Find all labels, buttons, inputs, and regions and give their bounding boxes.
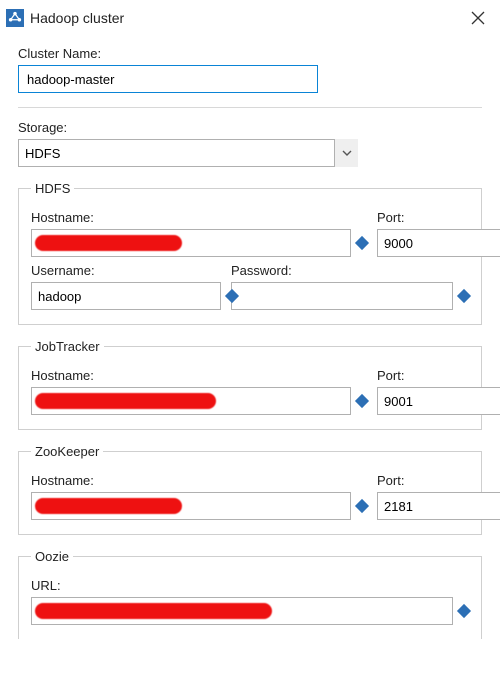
hdfs-legend: HDFS [31, 181, 74, 196]
cluster-name-input[interactable] [18, 65, 318, 93]
storage-select[interactable] [18, 139, 358, 167]
oozie-url-input[interactable] [31, 597, 453, 625]
variable-diamond-icon[interactable] [355, 236, 369, 250]
zookeeper-port-input[interactable] [377, 492, 500, 520]
variable-diamond-icon[interactable] [355, 394, 369, 408]
close-icon[interactable] [466, 6, 490, 30]
variable-diamond-icon[interactable] [457, 289, 471, 303]
oozie-url-label: URL: [31, 578, 469, 593]
divider [18, 107, 482, 108]
hdfs-port-input[interactable] [377, 229, 500, 257]
cluster-name-field: Cluster Name: [18, 46, 482, 93]
zookeeper-legend: ZooKeeper [31, 444, 103, 459]
jobtracker-hostname-label: Hostname: [31, 368, 367, 383]
hdfs-hostname-label: Hostname: [31, 210, 367, 225]
hdfs-username-input[interactable] [31, 282, 221, 310]
window-title: Hadoop cluster [30, 10, 466, 26]
oozie-group: Oozie URL: [18, 549, 482, 639]
jobtracker-group: JobTracker Hostname: Port: [18, 339, 482, 430]
jobtracker-port-input[interactable] [377, 387, 500, 415]
zookeeper-group: ZooKeeper Hostname: Port: [18, 444, 482, 535]
cluster-name-label: Cluster Name: [18, 46, 482, 61]
hdfs-username-label: Username: [31, 263, 221, 278]
hdfs-password-label: Password: [231, 263, 469, 278]
zookeeper-hostname-label: Hostname: [31, 473, 367, 488]
chevron-down-icon[interactable] [334, 139, 358, 167]
jobtracker-hostname-input[interactable] [31, 387, 351, 415]
variable-diamond-icon[interactable] [355, 499, 369, 513]
storage-field: Storage: [18, 120, 482, 167]
jobtracker-port-label: Port: [377, 368, 469, 383]
hdfs-group: HDFS Hostname: Port: Username: [18, 181, 482, 325]
hdfs-hostname-input[interactable] [31, 229, 351, 257]
variable-diamond-icon[interactable] [457, 604, 471, 618]
dialog-content: Cluster Name: Storage: HDFS Hostname: [0, 34, 500, 639]
zookeeper-hostname-input[interactable] [31, 492, 351, 520]
storage-label: Storage: [18, 120, 482, 135]
zookeeper-port-label: Port: [377, 473, 469, 488]
oozie-legend: Oozie [31, 549, 73, 564]
hadoop-icon [6, 9, 24, 27]
hdfs-password-input[interactable] [231, 282, 453, 310]
titlebar: Hadoop cluster [0, 0, 500, 34]
hdfs-port-label: Port: [377, 210, 469, 225]
storage-select-value[interactable] [18, 139, 358, 167]
jobtracker-legend: JobTracker [31, 339, 104, 354]
